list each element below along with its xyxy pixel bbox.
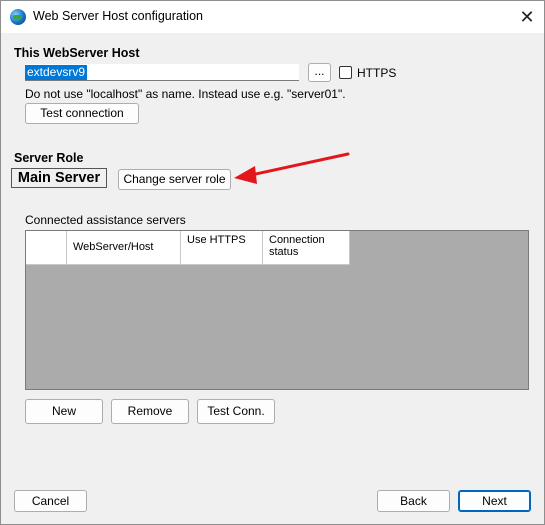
assistance-servers-label: Connected assistance servers [25,213,186,227]
grid-header-use-https[interactable]: Use HTTPS [181,231,263,265]
grid-header-selector[interactable] [26,231,67,265]
grid-header-host[interactable]: WebServer/Host [67,231,181,265]
back-button[interactable]: Back [377,490,450,512]
dialog-window: Web Server Host configuration ✕ This Web… [0,0,545,525]
remove-button[interactable]: Remove [111,399,189,424]
new-button[interactable]: New [25,399,103,424]
grid-header-connection-status[interactable]: Connection status [263,231,350,265]
test-conn-button[interactable]: Test Conn. [197,399,275,424]
grid-header-row: WebServer/Host Use HTTPS Connection stat… [26,231,350,265]
next-button[interactable]: Next [458,490,531,512]
assistance-servers-grid[interactable]: WebServer/Host Use HTTPS Connection stat… [25,230,529,390]
cancel-button[interactable]: Cancel [14,490,87,512]
